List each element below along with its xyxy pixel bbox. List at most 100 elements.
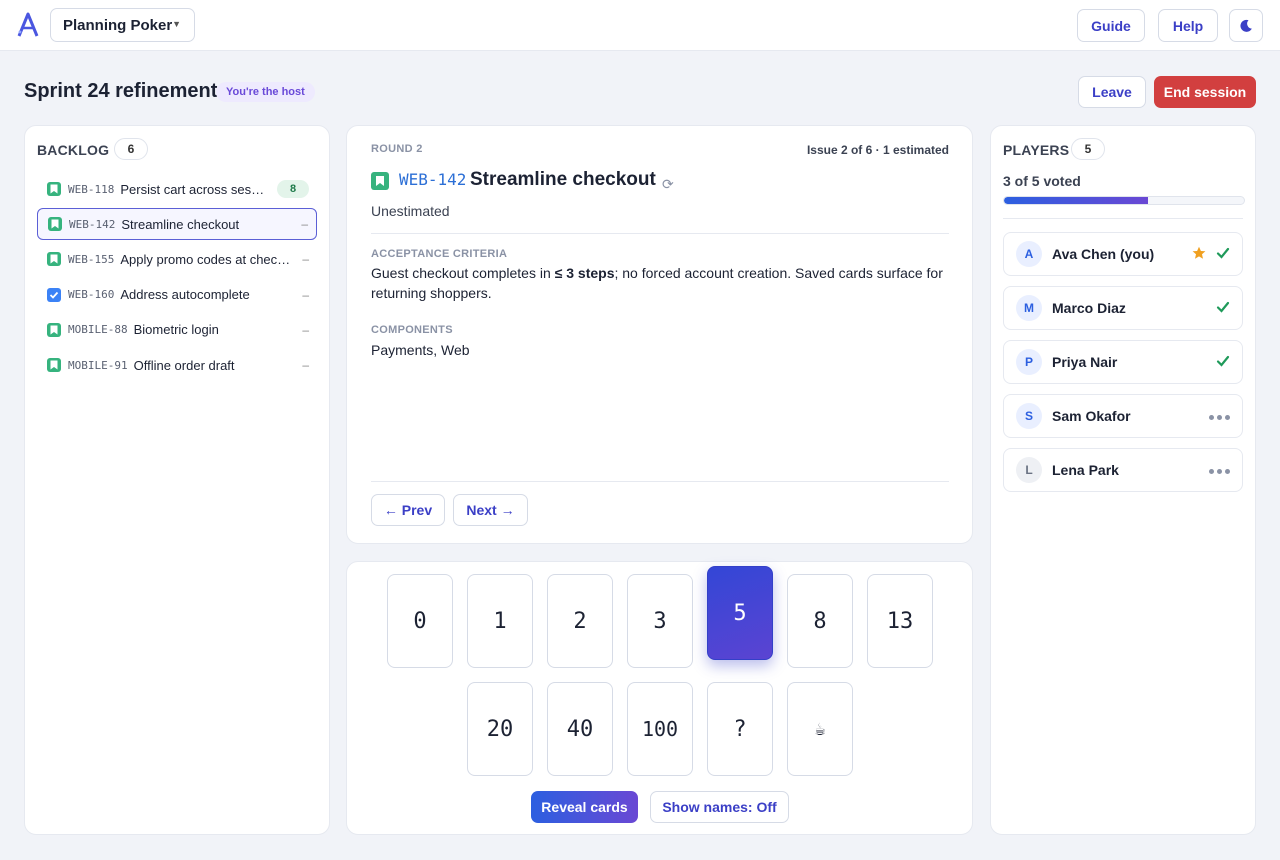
backlog-item-points: – [302, 322, 309, 337]
estimate-card[interactable]: 20 [467, 682, 533, 776]
players-count: 5 [1071, 138, 1105, 160]
player-name: Marco Diaz [1052, 300, 1126, 316]
players-heading: PLAYERS [1003, 142, 1070, 158]
round-label: ROUND 2 [371, 143, 423, 155]
acceptance-criteria-text: Guest checkout completes in ≤ 3 steps; n… [371, 263, 951, 303]
estimate-card[interactable]: 5 [707, 566, 773, 660]
backlog-item[interactable]: WEB-160 Address autocomplete – [37, 279, 317, 311]
story-icon [47, 182, 61, 196]
avatar: A [1016, 241, 1042, 267]
refresh-icon[interactable]: ⟳ [662, 176, 674, 193]
story-icon [371, 172, 389, 190]
estimate-card[interactable]: 13 [867, 574, 933, 668]
vote-progress-fill [1004, 197, 1148, 204]
backlog-item-title: Address autocomplete [120, 287, 250, 303]
criteria-text-start: Guest checkout completes in [371, 265, 555, 281]
estimate-card[interactable]: 8 [787, 574, 853, 668]
backlog-item-key: WEB-155 [68, 252, 115, 266]
issue-progress: Issue 2 of 6 · 1 estimated [806, 143, 949, 157]
backlog-item-title: Apply promo codes at checkout [120, 251, 296, 267]
backlog-item[interactable]: WEB-142 Streamline checkout – [37, 208, 317, 241]
player-name: Lena Park [1052, 462, 1119, 478]
backlog-item-points: – [302, 252, 309, 267]
leave-button[interactable]: Leave [1078, 76, 1146, 108]
top-bar: Planning Poker ▼ Guide Help [0, 0, 1280, 51]
estimate-card[interactable]: 100 [627, 682, 693, 776]
components-value: Payments, Web [371, 342, 470, 358]
points-badge: 8 [277, 180, 309, 198]
story-icon [47, 358, 61, 372]
estimate-card[interactable]: ? [707, 682, 773, 776]
player-name: Priya Nair [1052, 354, 1118, 370]
vote-progress-bar [1003, 196, 1245, 205]
player-name: Ava Chen (you) [1052, 246, 1155, 262]
prev-issue-button[interactable]: ← Prev [371, 494, 445, 526]
reveal-cards-button[interactable]: Reveal cards [531, 791, 638, 823]
theme-toggle-button[interactable] [1229, 9, 1263, 42]
next-issue-button[interactable]: Next → [453, 494, 528, 526]
voted-check-icon [1216, 354, 1230, 373]
app-selector[interactable]: Planning Poker ▼ [50, 8, 195, 42]
player-row: P Priya Nair [1003, 340, 1243, 384]
voted-summary: 3 of 5 voted [1003, 173, 1081, 189]
backlog-item-key: WEB-142 [69, 217, 116, 231]
current-issue-key[interactable]: WEB-142 [399, 170, 466, 189]
players-panel: PLAYERS 5 3 of 5 voted A Ava Chen (you) M M… [990, 125, 1256, 835]
app-selector-label: Planning Poker [63, 16, 173, 34]
story-icon [47, 252, 61, 267]
waiting-dots-icon [1209, 415, 1230, 420]
backlog-count: 6 [114, 138, 148, 160]
waiting-dots-icon [1209, 469, 1230, 474]
components-label: COMPONENTS [371, 324, 453, 336]
avatar: L [1016, 457, 1042, 483]
avatar: P [1016, 349, 1042, 375]
host-badge: You're the host [216, 82, 315, 102]
backlog-item-key: MOBILE-91 [68, 358, 128, 372]
estimate-card[interactable]: ☕ [787, 682, 853, 776]
backlog-item-key: WEB-118 [68, 182, 115, 196]
divider [371, 481, 949, 482]
estimate-card[interactable]: 3 [627, 574, 693, 668]
divider [1003, 218, 1243, 219]
current-issue-title: Streamline checkout [470, 169, 656, 190]
backlog-item-title: Offline order draft [133, 357, 235, 373]
player-row: M Marco Diaz [1003, 286, 1243, 330]
backlog-item-title: Streamline checkout [121, 216, 240, 232]
backlog-item[interactable]: WEB-118 Persist cart across sessions 8 [37, 173, 317, 205]
story-icon [47, 322, 61, 337]
chevron-down-icon: ▼ [172, 19, 181, 29]
backlog-item-key: MOBILE-88 [68, 323, 128, 337]
help-button[interactable]: Help [1158, 9, 1218, 42]
show-names-toggle[interactable]: Show names: Off [650, 791, 789, 823]
estimate-card[interactable]: 0 [387, 574, 453, 668]
end-session-button[interactable]: End session [1154, 76, 1256, 108]
backlog-heading: BACKLOG [37, 142, 110, 158]
player-row: S Sam Okafor [1003, 394, 1243, 438]
backlog-panel: BACKLOG 6 WEB-118 Persist cart across ses… [24, 125, 330, 835]
moon-icon [1240, 19, 1252, 32]
cards-panel: 0 1 2 3 5 8 13 20 40 100? ☕ Reveal cards Show name… [346, 561, 973, 835]
backlog-item-points: – [302, 358, 309, 372]
app-logo-icon[interactable] [16, 12, 40, 38]
acceptance-criteria-label: ACCEPTANCE CRITERIA [371, 248, 508, 260]
guide-button[interactable]: Guide [1077, 9, 1145, 42]
voted-check-icon [1216, 300, 1230, 319]
estimate-card[interactable]: 40 [547, 682, 613, 776]
task-checkbox-icon [47, 287, 61, 302]
player-row: L Lena Park [1003, 448, 1243, 492]
avatar: S [1016, 403, 1042, 429]
avatar: M [1016, 295, 1042, 321]
backlog-item-title: Biometric login [133, 322, 219, 338]
backlog-item-title: Persist cart across sessions [120, 181, 271, 197]
host-star-icon [1192, 246, 1206, 265]
page-title: Sprint 24 refinement [24, 80, 218, 102]
backlog-item[interactable]: MOBILE-91 Offline order draft – [37, 349, 317, 381]
estimate-card[interactable]: 1 [467, 574, 533, 668]
issue-panel: ROUND 2 Issue 2 of 6 · 1 estimated WEB-1… [346, 125, 973, 544]
backlog-item[interactable]: WEB-155 Apply promo codes at checkout – [37, 243, 317, 275]
backlog-item[interactable]: MOBILE-88 Biometric login – [37, 314, 317, 346]
backlog-item-points: – [301, 217, 308, 232]
story-icon [48, 217, 62, 232]
criteria-highlight: ≤ 3 steps [554, 265, 615, 281]
estimate-card[interactable]: 2 [547, 574, 613, 668]
